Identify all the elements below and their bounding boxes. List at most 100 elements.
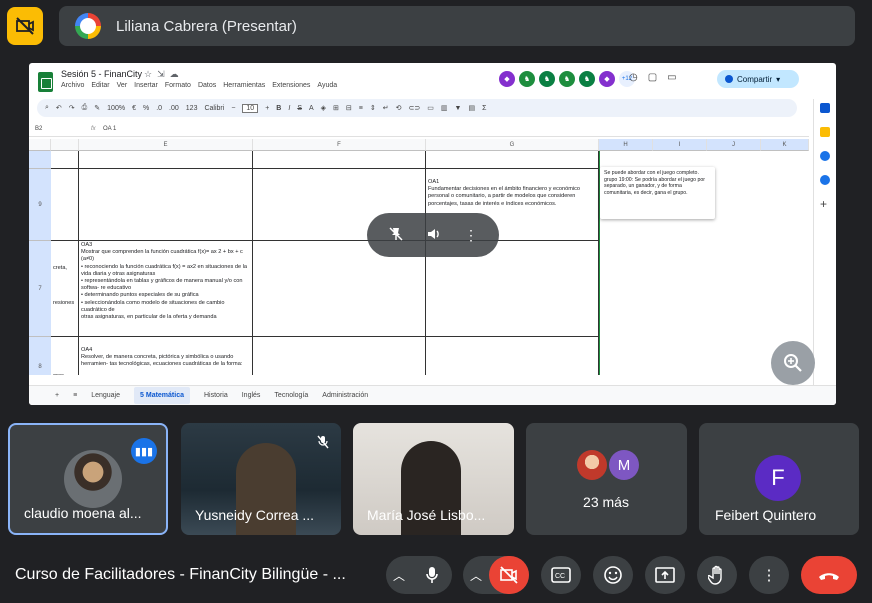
menu-archivo[interactable]: Archivo <box>61 82 84 89</box>
corner-header[interactable] <box>29 139 51 151</box>
functions-icon[interactable]: Σ <box>482 105 486 112</box>
keep-icon[interactable] <box>820 127 830 137</box>
row-header[interactable] <box>29 151 51 169</box>
font-select[interactable]: Calibri <box>204 105 224 112</box>
add-sheet-icon[interactable]: + <box>55 392 59 399</box>
collaborator-avatar[interactable]: ◆ <box>599 71 615 87</box>
collaborator-avatar[interactable]: ♞ <box>559 71 575 87</box>
decrease-decimal-button[interactable]: .0 <box>156 105 162 112</box>
present-screen-button[interactable] <box>645 556 685 594</box>
sheet-cell[interactable] <box>426 337 599 375</box>
participant-tile-feibert[interactable]: F Feibert Quintero <box>699 423 859 535</box>
star-move-cloud-icons[interactable]: ☆⇲☁ <box>144 69 184 80</box>
formula-input[interactable]: OA 1 <box>103 126 116 132</box>
chevron-up-icon[interactable]: ︿ <box>463 567 489 584</box>
font-size-increase-button[interactable]: + <box>265 105 269 112</box>
tab-tecnologia[interactable]: Tecnología <box>274 392 308 399</box>
menu-ayuda[interactable]: Ayuda <box>317 82 337 89</box>
row-header-8[interactable]: 8 <box>29 337 51 375</box>
row-header-9[interactable]: 9 <box>29 169 51 241</box>
menu-herramientas[interactable]: Herramientas <box>223 82 265 89</box>
document-title[interactable]: Sesión 5 - FinanCity <box>61 69 142 79</box>
microphone-button[interactable] <box>412 556 452 594</box>
cell-comment-note[interactable]: Se puede abordar con el juego completo. … <box>600 167 715 219</box>
print-icon[interactable]: ⎙ <box>82 104 88 112</box>
number-format-button[interactable]: 123 <box>186 105 198 112</box>
collaborator-avatar[interactable]: ♞ <box>539 71 555 87</box>
column-header-partial[interactable] <box>51 139 79 151</box>
comment-icon[interactable]: ▭ <box>427 104 434 112</box>
font-size-input[interactable]: 10 <box>242 103 259 113</box>
participant-tile-more[interactable]: M 23 más <box>526 423 687 535</box>
participant-tile-yusneidy[interactable]: Yusneidy Correa ... <box>181 423 341 535</box>
column-header-h[interactable]: H <box>599 139 653 151</box>
more-options-button[interactable]: ⋮ <box>749 556 789 594</box>
sheet-cell-partial[interactable]: ores <box>51 337 79 375</box>
rotate-icon[interactable]: ⟲ <box>396 104 402 112</box>
chart-icon[interactable]: ▥ <box>441 104 448 112</box>
font-size-decrease-button[interactable]: − <box>231 105 235 112</box>
sheet-cell[interactable] <box>79 169 253 241</box>
column-header-i[interactable]: I <box>653 139 707 151</box>
sheet-cell[interactable] <box>426 151 599 169</box>
meeting-title[interactable]: Curso de Facilitadores - FinanCity Bilin… <box>15 566 346 584</box>
text-color-icon[interactable]: A <box>309 105 314 112</box>
tab-ingles[interactable]: Inglés <box>242 392 261 399</box>
contacts-icon[interactable] <box>820 175 830 185</box>
tab-matematica[interactable]: 5 Matemática <box>134 387 190 404</box>
more-options-icon[interactable]: ⋮ <box>464 227 478 244</box>
bold-icon[interactable]: B <box>276 105 281 112</box>
redo-icon[interactable]: ↷ <box>69 104 75 112</box>
italic-icon[interactable]: I <box>288 105 290 112</box>
share-button[interactable]: Compartir ▾ <box>717 70 799 88</box>
tab-historia[interactable]: Historia <box>204 392 228 399</box>
increase-decimal-button[interactable]: .00 <box>169 105 179 112</box>
currency-button[interactable]: € <box>132 105 136 112</box>
header-action-icons[interactable]: ◷▢▭ <box>629 72 687 83</box>
sheet-cell[interactable] <box>253 337 426 375</box>
chevron-up-icon[interactable]: ︿ <box>386 567 412 584</box>
filter-icon[interactable]: ▼ <box>455 105 462 112</box>
zoom-select[interactable]: 100% <box>107 105 125 112</box>
link-icon[interactable]: ⊂⊃ <box>409 104 421 112</box>
all-sheets-icon[interactable]: ≡ <box>73 392 77 399</box>
sheet-cell[interactable] <box>79 151 253 169</box>
participant-tile-claudio[interactable]: ▮▮▮ claudio moena al... <box>8 423 168 535</box>
reactions-button[interactable] <box>593 556 633 594</box>
align-icon[interactable]: ≡ <box>359 105 363 112</box>
tab-lenguaje[interactable]: Lenguaje <box>91 392 120 399</box>
menu-editar[interactable]: Editar <box>91 82 109 89</box>
column-header-k[interactable]: K <box>761 139 809 151</box>
presenter-bar[interactable]: Liliana Cabrera (Presentar) <box>59 6 855 46</box>
menu-extensiones[interactable]: Extensiones <box>272 82 310 89</box>
captions-button[interactable]: CC <box>541 556 581 594</box>
row-header-7[interactable]: 7 <box>29 241 51 337</box>
merge-icon[interactable]: ⊟ <box>346 104 352 112</box>
undo-icon[interactable]: ↶ <box>56 104 62 112</box>
menu-insertar[interactable]: Insertar <box>134 82 158 89</box>
column-header-j[interactable]: J <box>707 139 761 151</box>
tasks-icon[interactable] <box>820 151 830 161</box>
cell-oa3[interactable]: OA3 Mostrar que comprenden la función cu… <box>79 241 253 337</box>
add-addon-icon[interactable]: + <box>820 198 830 210</box>
paint-format-icon[interactable]: ✎ <box>94 104 100 112</box>
sheet-cell[interactable] <box>253 151 426 169</box>
volume-icon[interactable] <box>426 226 442 245</box>
unpin-icon[interactable] <box>388 226 404 245</box>
collaborator-avatar[interactable]: ◆ <box>499 71 515 87</box>
sheet-cell-partial[interactable]: creta, resiones <box>51 241 79 337</box>
shared-screen[interactable]: Sesión 5 - FinanCity ☆⇲☁ Archivo Editar … <box>29 63 836 405</box>
strikethrough-icon[interactable]: S <box>297 105 302 112</box>
zoom-in-button[interactable] <box>771 341 815 385</box>
participant-tile-maria-jose[interactable]: María José Lisbo... <box>353 423 514 535</box>
search-icon[interactable]: ⌕ <box>45 104 49 112</box>
tab-administracion[interactable]: Administración <box>322 392 368 399</box>
filter-views-icon[interactable]: ▤ <box>468 104 475 112</box>
collaborator-avatar[interactable]: ♞ <box>579 71 595 87</box>
cell-oa4[interactable]: OA4 Resolver, de manera concreta, pictór… <box>79 337 253 375</box>
menu-formato[interactable]: Formato <box>165 82 191 89</box>
sheet-cell[interactable] <box>51 169 79 241</box>
leave-call-button[interactable] <box>801 556 857 594</box>
column-header-e[interactable]: E <box>79 139 253 151</box>
valign-icon[interactable]: ⇕ <box>370 104 376 112</box>
